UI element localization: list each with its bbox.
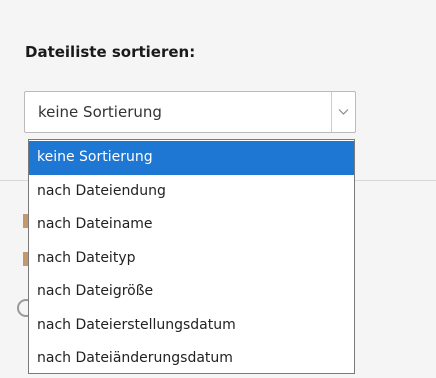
- option-keine-sortierung[interactable]: keine Sortierung: [29, 141, 354, 175]
- option-nach-dateierstellungsdatum[interactable]: nach Dateierstellungsdatum: [29, 309, 354, 343]
- option-nach-dateigroesse[interactable]: nach Dateigröße: [29, 275, 354, 309]
- sort-select-value: keine Sortierung: [38, 103, 162, 121]
- option-nach-dateityp[interactable]: nach Dateityp: [29, 242, 354, 276]
- chevron-down-icon: [338, 109, 349, 115]
- page: Dateiliste sortieren: keine Sortierung k…: [0, 0, 436, 378]
- option-nach-dateiendung[interactable]: nach Dateiendung: [29, 175, 354, 209]
- sort-select[interactable]: keine Sortierung: [24, 91, 356, 133]
- option-nach-dateiaenderungsdatum[interactable]: nach Dateiänderungsdatum: [29, 342, 354, 373]
- partially-visible-heading: [26, 0, 386, 7]
- option-nach-dateiname[interactable]: nach Dateiname: [29, 208, 354, 242]
- sort-dropdown-list: keine Sortierung nach Dateiendung nach D…: [28, 139, 355, 374]
- sort-label: Dateiliste sortieren:: [25, 43, 196, 61]
- select-arrow-button[interactable]: [331, 92, 355, 132]
